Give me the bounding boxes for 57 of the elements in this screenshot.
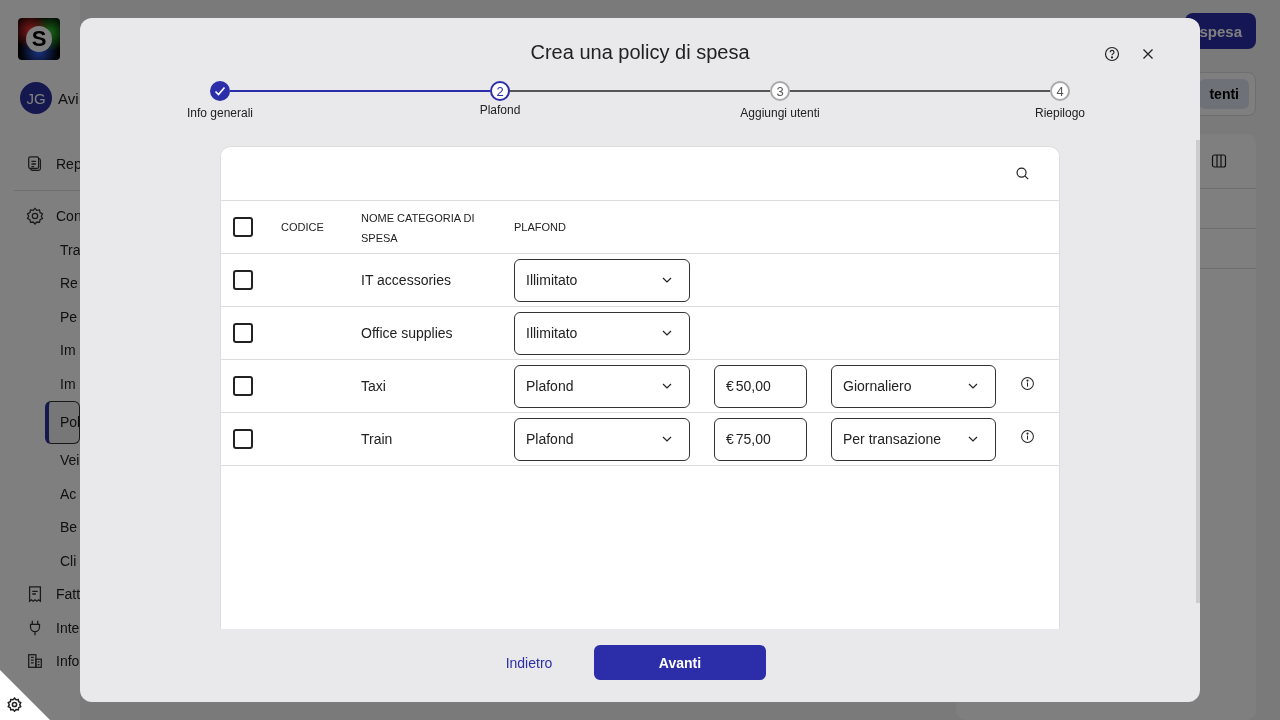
column-header: PLAFOND <box>514 220 566 235</box>
limit-type-dropdown[interactable]: Illimitato <box>514 311 690 355</box>
user-avatar: JG <box>20 82 52 114</box>
column-header: NOME CATEGORIA DI SPESA <box>361 211 476 246</box>
columns-icon[interactable] <box>1211 153 1227 170</box>
sidebar-subitem[interactable]: Be <box>0 510 80 544</box>
sidebar-subitem[interactable]: Cli <box>0 544 80 578</box>
dialog-title: Crea una policy di spesa <box>530 41 750 64</box>
row-checkbox[interactable] <box>233 323 253 343</box>
receipt-icon <box>26 585 44 604</box>
building-icon <box>26 652 44 671</box>
help-icon[interactable] <box>1104 46 1120 62</box>
step-label: Riepilogo <box>1034 106 1085 120</box>
sidebar-subitem[interactable]: Ac <box>0 477 80 511</box>
user-name: Avi <box>58 89 79 107</box>
row-checkbox[interactable] <box>233 376 253 396</box>
sidebar-subitem[interactable]: Im <box>0 367 80 401</box>
table-cell: IT accessories <box>361 272 451 288</box>
sidebar-subitem[interactable]: Pe <box>0 300 80 334</box>
select-all-checkbox[interactable] <box>233 217 253 237</box>
sidebar-item[interactable]: Fatt <box>26 577 80 611</box>
step-label: Aggiungi utenti <box>740 106 820 120</box>
settings-icon <box>26 207 44 226</box>
step-indicator: 4 <box>1050 81 1070 101</box>
sidebar-subitem[interactable]: Im <box>0 333 80 367</box>
search-icon[interactable] <box>1015 166 1030 181</box>
row-checkbox[interactable] <box>233 270 253 290</box>
table-cell: Office supplies <box>361 325 453 341</box>
limit-type-dropdown[interactable]: Plafond <box>514 417 690 461</box>
limit-type-dropdown[interactable]: Illimitato <box>514 258 690 302</box>
step-indicator: 2 <box>490 81 510 101</box>
limit-type-dropdown[interactable]: Plafond <box>514 364 690 408</box>
amount-field[interactable]: €75,00 <box>714 417 807 461</box>
period-dropdown[interactable]: Per transazione <box>831 417 996 461</box>
sidebar-item[interactable]: Con <box>26 199 80 233</box>
app-logo: S <box>18 18 60 60</box>
settings-icon[interactable] <box>7 697 22 712</box>
report-icon <box>26 154 44 173</box>
next-button[interactable]: Avanti <box>594 645 766 680</box>
sidebar-item[interactable]: Info <box>26 644 80 678</box>
back-link[interactable]: Indietro <box>464 653 594 672</box>
column-header: CODICE <box>281 220 324 235</box>
period-dropdown[interactable]: Giornaliero <box>831 364 996 408</box>
info-icon[interactable] <box>1020 375 1035 391</box>
sidebar-subitem[interactable]: Re <box>0 266 80 300</box>
step-indicator: 3 <box>770 81 790 101</box>
sidebar-subitem[interactable]: Vei <box>0 443 80 477</box>
sidebar-subitem[interactable]: Tra <box>0 233 80 267</box>
info-icon[interactable] <box>1020 428 1035 444</box>
tab[interactable]: tenti <box>1199 79 1249 110</box>
row-checkbox[interactable] <box>233 429 253 449</box>
step-label: Info generali <box>186 106 253 120</box>
sidebar-item[interactable]: Inte <box>26 611 80 645</box>
amount-field[interactable]: €50,00 <box>714 364 807 408</box>
table-cell: Train <box>361 431 393 447</box>
step-label: Plafond <box>479 103 521 117</box>
table-cell: Taxi <box>361 378 386 394</box>
